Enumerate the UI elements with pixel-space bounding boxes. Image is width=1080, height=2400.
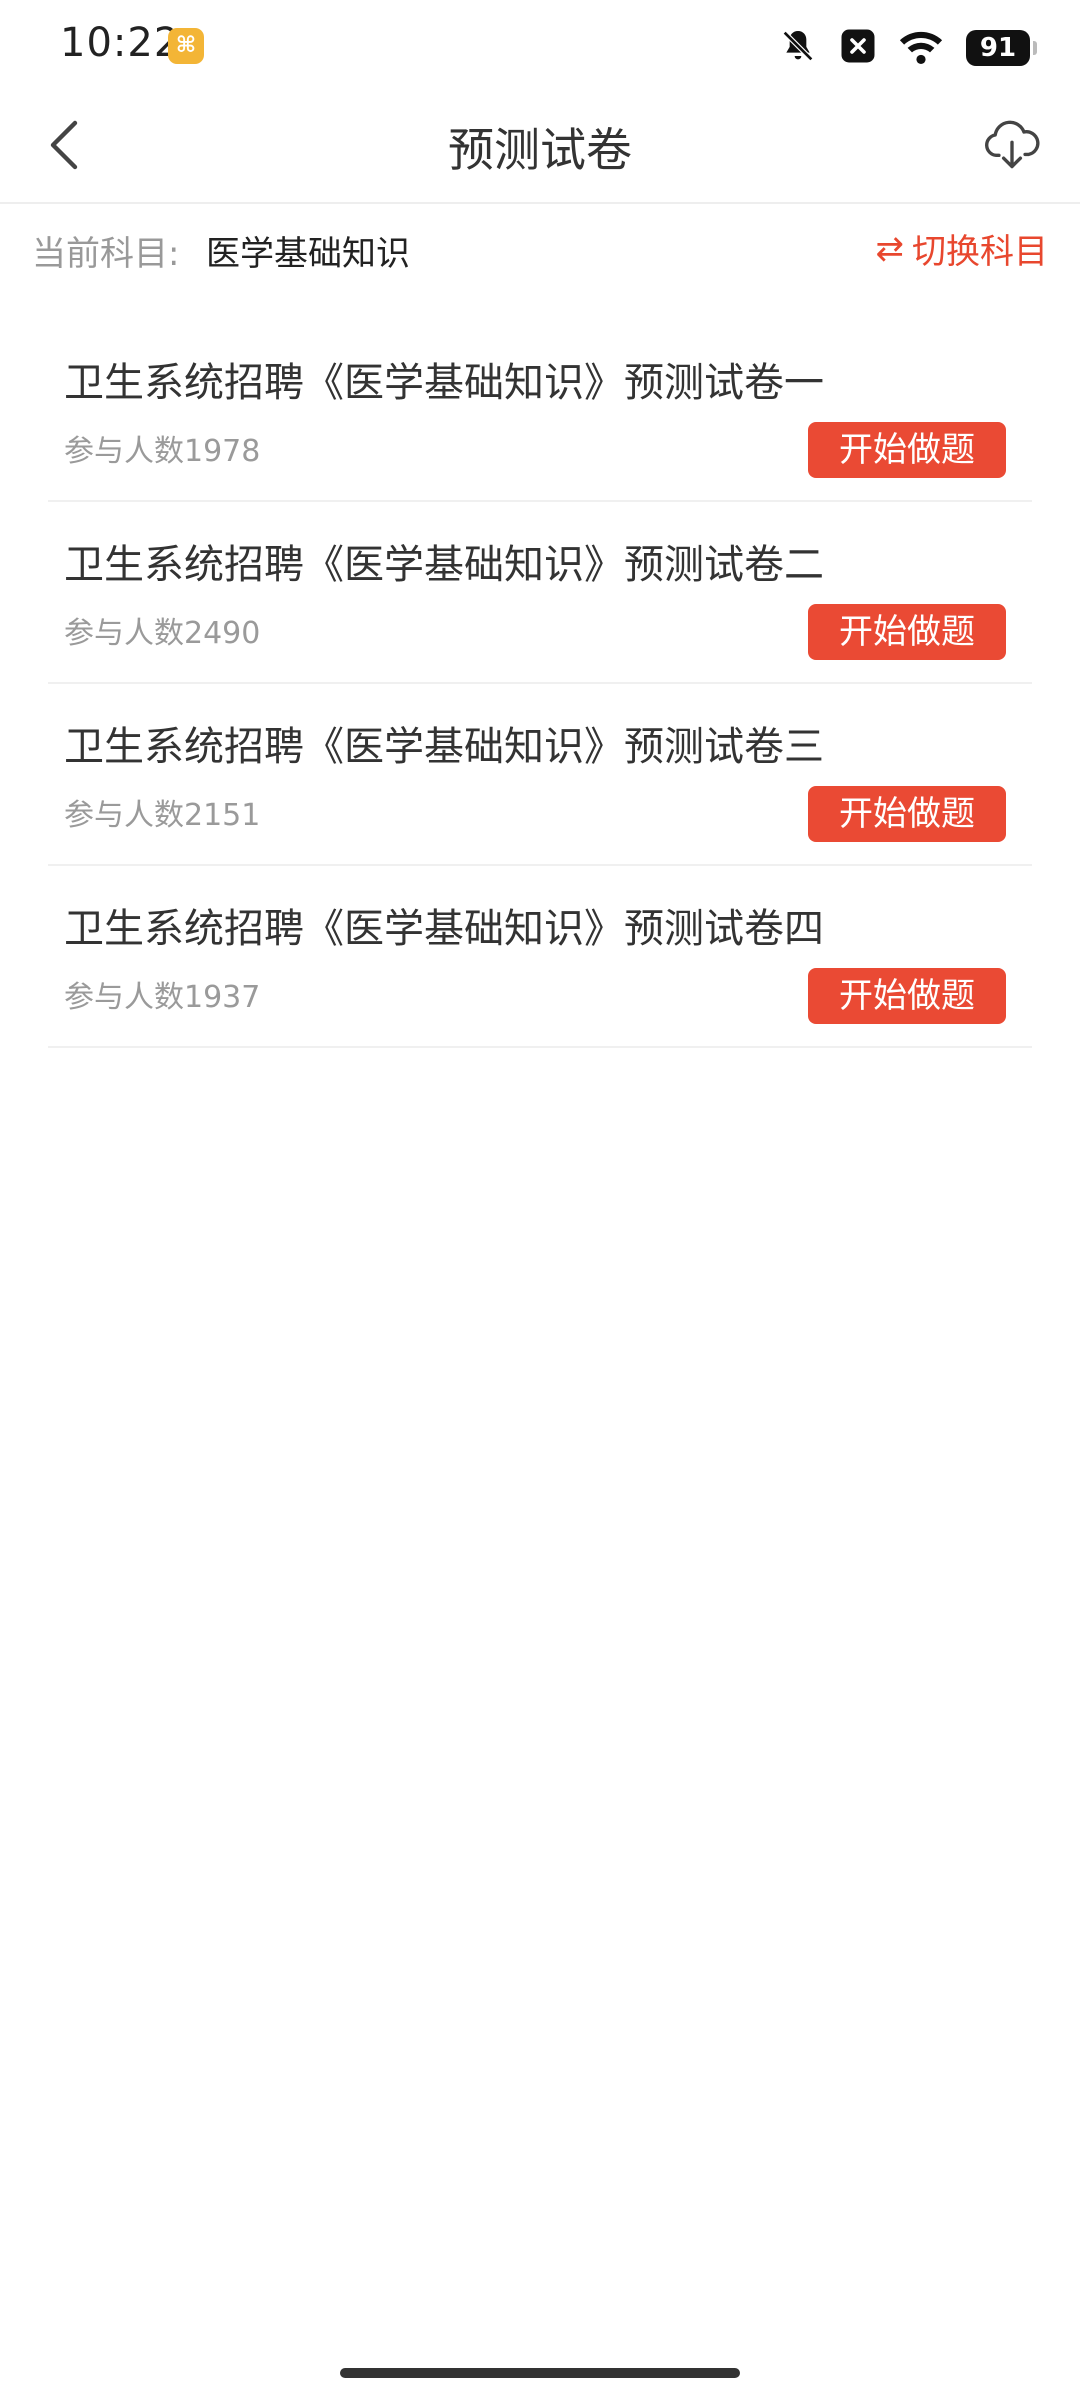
switch-subject-label: 切换科目 xyxy=(912,232,1048,272)
list-item[interactable]: 卫生系统招聘《医学基础知识》预测试卷四 参与人数1937 开始做题 xyxy=(48,866,1032,1048)
paper-list: 卫生系统招聘《医学基础知识》预测试卷一 参与人数1978 开始做题 卫生系统招聘… xyxy=(48,320,1032,1048)
start-exam-button[interactable]: 开始做题 xyxy=(808,968,1006,1024)
paper-title: 卫生系统招聘《医学基础知识》预测试卷二 xyxy=(64,542,824,588)
start-exam-button[interactable]: 开始做题 xyxy=(808,604,1006,660)
status-icons: 91 xyxy=(778,26,1037,70)
wifi-icon xyxy=(898,26,944,70)
list-item[interactable]: 卫生系统招聘《医学基础知识》预测试卷二 参与人数2490 开始做题 xyxy=(48,502,1032,684)
app-header: 预测试卷 xyxy=(0,92,1080,204)
subject-bar: 当前科目: 医学基础知识 ⇄ 切换科目 xyxy=(0,204,1080,298)
close-box-icon xyxy=(840,28,876,68)
subject-value: 医学基础知识 xyxy=(206,234,410,274)
download-button[interactable] xyxy=(974,110,1050,186)
participant-count: 参与人数2490 xyxy=(64,616,261,651)
start-exam-button[interactable]: 开始做题 xyxy=(808,786,1006,842)
subject-label: 当前科目: xyxy=(32,234,180,274)
participant-count: 参与人数1978 xyxy=(64,434,261,469)
page-title: 预测试卷 xyxy=(448,123,632,177)
home-indicator[interactable] xyxy=(340,2368,740,2378)
battery-icon: 91 xyxy=(966,30,1037,66)
participant-count: 参与人数2151 xyxy=(64,798,261,833)
participant-count: 参与人数1937 xyxy=(64,980,261,1015)
switch-subject-button[interactable]: ⇄ 切换科目 xyxy=(876,224,1049,273)
cloud-download-icon xyxy=(982,118,1042,178)
mute-bell-icon xyxy=(778,26,818,70)
app-notification-icon: ⌘ xyxy=(168,28,204,64)
paper-title: 卫生系统招聘《医学基础知识》预测试卷一 xyxy=(64,360,824,406)
status-time: 10:22 xyxy=(60,20,181,66)
status-bar: 10:22 ⌘ 91 xyxy=(0,0,1080,92)
list-item[interactable]: 卫生系统招聘《医学基础知识》预测试卷一 参与人数1978 开始做题 xyxy=(48,320,1032,502)
paper-title: 卫生系统招聘《医学基础知识》预测试卷四 xyxy=(64,906,824,952)
start-exam-button[interactable]: 开始做题 xyxy=(808,422,1006,478)
list-item[interactable]: 卫生系统招聘《医学基础知识》预测试卷三 参与人数2151 开始做题 xyxy=(48,684,1032,866)
swap-arrows-icon: ⇄ xyxy=(875,228,905,269)
paper-title: 卫生系统招聘《医学基础知识》预测试卷三 xyxy=(64,724,824,770)
